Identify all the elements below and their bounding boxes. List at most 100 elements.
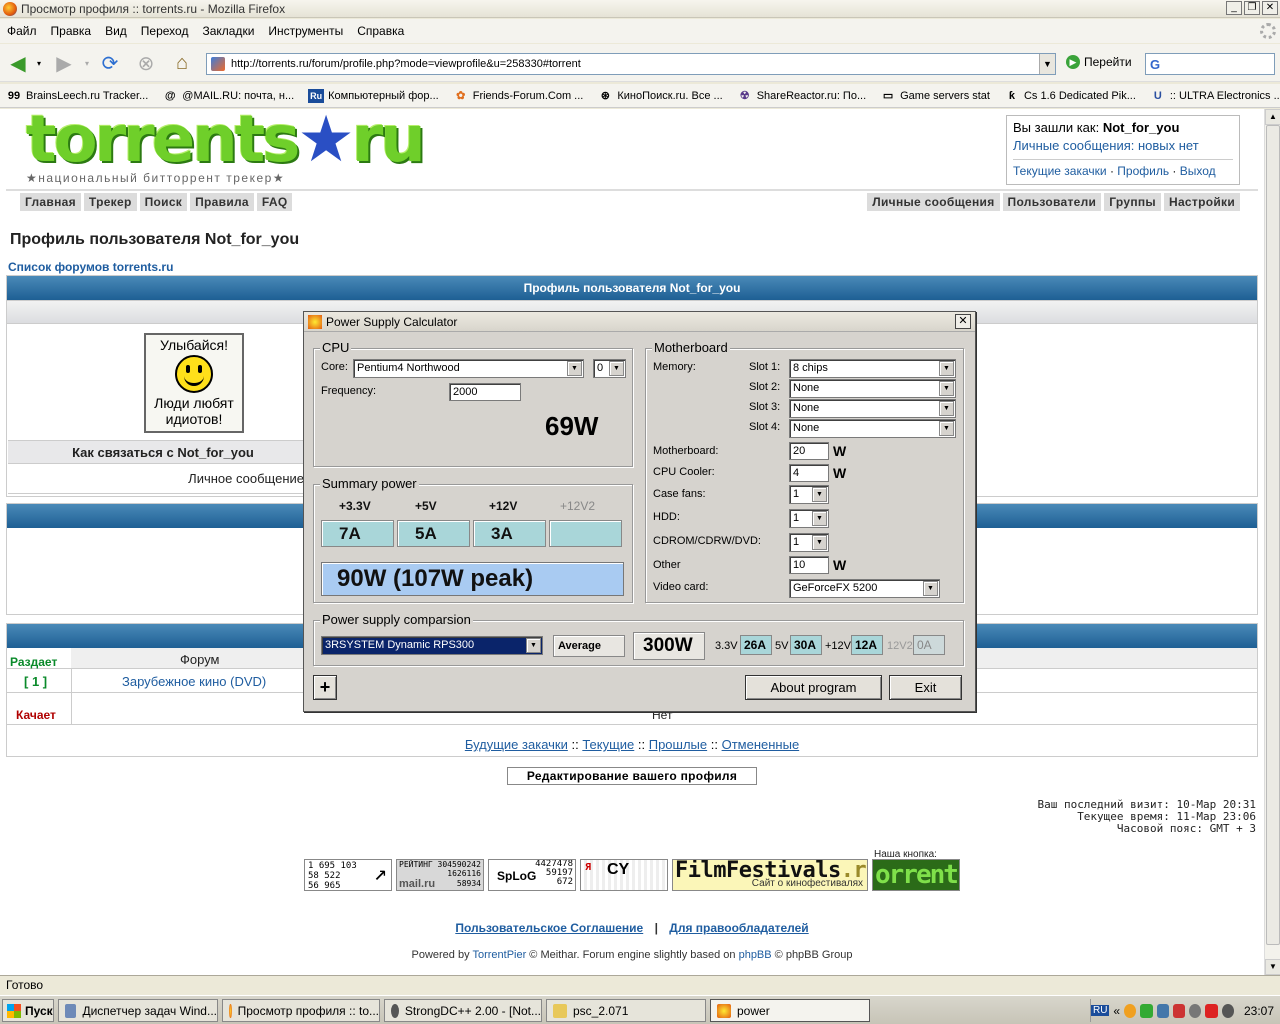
task-item[interactable]: Диспетчер задач Wind... [58,999,218,1022]
bookmark-item[interactable]: ▭ Game servers stat [880,89,990,103]
tray-icon[interactable] [1205,1003,1218,1018]
tray-icon[interactable] [1172,1003,1186,1018]
tab-search[interactable]: Поиск [139,193,188,211]
slot3-select[interactable]: None ▼ [789,399,956,418]
tab-faq[interactable]: FAQ [256,193,293,211]
tray-icon[interactable] [1189,1003,1202,1018]
slot4-select[interactable]: None ▼ [789,419,956,438]
url-dropdown-icon[interactable]: ▼ [1039,54,1055,74]
add-button[interactable]: + [313,675,337,700]
scroll-down-icon[interactable]: ▼ [1265,959,1280,975]
bookmark-item[interactable]: ƙ Cs 1.6 Dedicated Pik... [1004,89,1136,103]
forward-dropdown-icon[interactable]: ▾ [80,51,94,75]
motherboard-watts-field[interactable]: 20 [789,442,829,460]
yandex-cy-counter[interactable]: Я CY [580,859,668,891]
bookmark-item[interactable]: U:: ULTRA Electronics ... [1150,89,1280,103]
close-button[interactable]: ✕ [1262,1,1278,15]
dialog-close-button[interactable]: ✕ [955,314,971,329]
start-button[interactable]: Пуск [2,999,54,1022]
menu-bookmarks[interactable]: Закладки [195,24,261,38]
bookmark-item[interactable]: @ @MAIL.RU: почта, н... [162,89,294,103]
our-button-banner[interactable]: orrent [872,859,960,891]
task-item[interactable]: StrongDC++ 2.00 - [Not... [384,999,542,1022]
tab-users[interactable]: Пользователи [1002,193,1102,211]
search-input[interactable]: G [1145,53,1275,75]
case-fans-select[interactable]: 1 ▼ [789,485,829,504]
profile-link[interactable]: Профиль [1117,164,1169,178]
forum-link[interactable]: Зарубежное кино (DVD) [122,674,266,689]
pm-link[interactable]: Личные сообщения: новых нет [1013,138,1199,153]
liveinternet-counter[interactable]: 1 695 103 58 522 56 965 ↗ [304,859,392,891]
core-count-select[interactable]: 0 ▼ [593,359,626,378]
tab-home[interactable]: Главная [20,193,81,211]
menu-view[interactable]: Вид [98,24,134,38]
minimize-button[interactable]: _ [1226,1,1242,15]
stop-icon[interactable]: ⊗ [134,51,158,75]
menu-file[interactable]: Файл [0,24,44,38]
psu-model-select[interactable]: 3RSYSTEM Dynamic RPS300 ▼ [321,636,543,655]
task-item[interactable]: psc_2.071 [546,999,706,1022]
menu-edit[interactable]: Правка [44,24,99,38]
about-program-button[interactable]: About program [745,675,882,700]
site-logo[interactable]: torrents★ru ★национальный битторрент тре… [22,109,426,189]
cdrom-select[interactable]: 1 ▼ [789,533,829,552]
tab-rules[interactable]: Правила [190,193,254,211]
slot1-select[interactable]: 8 chips ▼ [789,359,956,378]
forward-icon[interactable]: ▶ [52,51,76,75]
copyright-holders-link[interactable]: Для правообладателей [669,921,808,935]
url-input[interactable] [231,58,1031,70]
mailru-rating-counter[interactable]: РЕЙТИНГ 304590242 1626116 mail.ru 58934 [396,859,484,891]
bookmark-item[interactable]: Ru Компьютерный фор... [308,88,439,103]
tab-messages[interactable]: Личные сообщения [867,193,1000,211]
phpbb-link[interactable]: phpBB [739,949,772,961]
future-downloads-link[interactable]: Будущие закачки [465,737,568,752]
current-downloads-link[interactable]: Текущие закачки [1013,164,1107,178]
logout-link[interactable]: Выход [1180,164,1216,178]
tab-tracker[interactable]: Трекер [83,193,137,211]
bookmark-item[interactable]: ☢ ShareReactor.ru: По... [737,89,866,103]
user-agreement-link[interactable]: Пользовательское Соглашение [455,921,643,935]
menu-help[interactable]: Справка [350,24,411,38]
language-indicator[interactable]: RU [1090,1005,1110,1016]
menu-go[interactable]: Переход [134,24,196,38]
scroll-up-icon[interactable]: ▲ [1265,109,1280,125]
bookmark-item[interactable]: ⊛ КиноПоиск.ru. Все ... [597,89,723,103]
tray-icon[interactable] [1124,1003,1137,1018]
tray-expand-icon[interactable]: « [1113,1004,1120,1018]
breadcrumb[interactable]: Список форумов torrents.ru [8,260,173,274]
tray-icon[interactable] [1140,1003,1153,1018]
tray-icon[interactable] [1221,1003,1234,1018]
maximize-button[interactable]: ❐ [1244,1,1260,15]
tray-icon[interactable] [1156,1003,1169,1018]
menu-tools[interactable]: Инструменты [261,24,350,38]
frequency-field[interactable]: 2000 [449,383,521,401]
back-dropdown-icon[interactable]: ▾ [32,51,46,75]
google-search-icon[interactable]: G [1150,57,1166,73]
task-item[interactable]: power [710,999,870,1022]
back-icon[interactable]: ◀ [6,51,30,75]
bookmark-item[interactable]: ✿ Friends-Forum.Com ... [453,89,583,103]
bookmark-item[interactable]: 99 BrainsLeech.ru Tracker... [6,89,148,103]
tab-settings[interactable]: Настройки [1163,193,1240,211]
vertical-scrollbar[interactable]: ▲ ▼ [1264,109,1280,975]
go-button[interactable]: ▶ Перейти [1066,55,1132,69]
home-icon[interactable]: ⌂ [170,51,194,75]
filmfestivals-banner[interactable]: FilmFestivals.ru Сайт о кинофестивалях [672,859,868,891]
reload-icon[interactable]: ⟳ [98,51,122,75]
scroll-thumb[interactable] [1266,125,1280,945]
cpu-cooler-watts-field[interactable]: 4 [789,464,829,482]
video-card-select[interactable]: GeForceFX 5200 ▼ [789,579,940,598]
slot2-select[interactable]: None ▼ [789,379,956,398]
current-link[interactable]: Текущие [582,737,634,752]
splog-counter[interactable]: 4427478 59197 672 SpLoG [488,859,576,891]
cancelled-link[interactable]: Отмененные [722,737,800,752]
other-watts-field[interactable]: 10 [789,556,829,574]
past-link[interactable]: Прошлые [649,737,707,752]
url-bar[interactable]: ▼ [206,53,1056,75]
core-select[interactable]: Pentium4 Northwood ▼ [353,359,584,378]
torrentpier-link[interactable]: TorrentPier [472,949,526,961]
hdd-select[interactable]: 1 ▼ [789,509,829,528]
edit-profile-button[interactable]: Редактирование вашего профиля [507,767,757,785]
task-item[interactable]: Просмотр профиля :: to... [222,999,380,1022]
exit-button[interactable]: Exit [889,675,962,700]
